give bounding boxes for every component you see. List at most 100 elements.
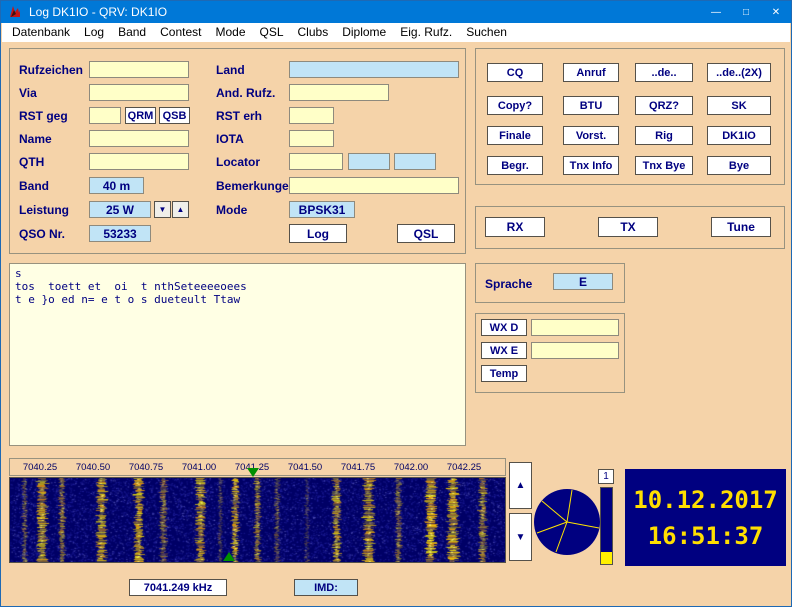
clock-panel: 10.12.2017 16:51:37 bbox=[625, 469, 786, 566]
menu-item-qsl[interactable]: QSL bbox=[253, 23, 291, 42]
rx-text-area[interactable]: s tos toett et oi t nthSeteeeeoees t e }… bbox=[9, 263, 466, 446]
name-label: Name bbox=[19, 132, 52, 146]
menu-item-contest[interactable]: Contest bbox=[153, 23, 208, 42]
menu-item-log[interactable]: Log bbox=[77, 23, 111, 42]
name-input[interactable] bbox=[89, 130, 189, 147]
leistung-down-button[interactable]: ▼ bbox=[154, 201, 171, 218]
freq-label: 7041.50 bbox=[281, 462, 329, 473]
squelch-meter[interactable] bbox=[600, 487, 613, 565]
maximize-button[interactable]: □ bbox=[731, 1, 761, 23]
window-title: Log DK1IO - QRV: DK1IO bbox=[29, 5, 167, 19]
mode-value[interactable]: BPSK31 bbox=[289, 201, 355, 218]
tx-tune-marker[interactable] bbox=[223, 552, 235, 561]
wx-e-button[interactable]: WX E bbox=[481, 342, 527, 359]
iota-label: IOTA bbox=[216, 132, 244, 146]
qsl-button[interactable]: QSL bbox=[397, 224, 455, 243]
locator-field-3[interactable] bbox=[394, 153, 436, 170]
rst-geg-input[interactable] bbox=[89, 107, 121, 124]
leistung-up-button[interactable]: ▲ bbox=[172, 201, 189, 218]
macro-button-cq[interactable]: CQ bbox=[487, 63, 543, 82]
rx-tune-marker[interactable] bbox=[247, 468, 259, 477]
menubar: Datenbank Log Band Contest Mode QSL Club… bbox=[2, 23, 790, 42]
land-label: Land bbox=[216, 63, 245, 77]
squelch-value: 1 bbox=[598, 469, 614, 484]
wx-d-input[interactable] bbox=[531, 319, 619, 336]
macro-button-bye[interactable]: Bye bbox=[707, 156, 771, 175]
macro-button-de[interactable]: ..de.. bbox=[635, 63, 693, 82]
freq-label: 7040.25 bbox=[16, 462, 64, 473]
rx-text-line: tos toett et oi t nthSeteeeeoees bbox=[15, 280, 460, 293]
freq-label: 7042.25 bbox=[440, 462, 488, 473]
wx-e-input[interactable] bbox=[531, 342, 619, 359]
minimize-button[interactable]: — bbox=[701, 1, 731, 23]
locator-input[interactable] bbox=[289, 153, 343, 170]
leistung-label: Leistung bbox=[19, 203, 69, 217]
via-label: Via bbox=[19, 86, 37, 100]
qth-input[interactable] bbox=[89, 153, 189, 170]
leistung-value[interactable]: 25 W bbox=[89, 201, 151, 218]
macro-button-dk1io[interactable]: DK1IO bbox=[707, 126, 771, 145]
band-label: Band bbox=[19, 179, 49, 193]
clock-time: 16:51:37 bbox=[648, 524, 764, 548]
macro-button-de-2x[interactable]: ..de..(2X) bbox=[707, 63, 771, 82]
tune-button[interactable]: Tune bbox=[711, 217, 771, 237]
macro-button-btu[interactable]: BTU bbox=[563, 96, 619, 115]
menu-item-suchen[interactable]: Suchen bbox=[459, 23, 514, 42]
squelch-meter-fill bbox=[601, 552, 612, 564]
bemerkungen-input[interactable] bbox=[289, 177, 459, 194]
rufzeichen-label: Rufzeichen bbox=[19, 63, 83, 77]
and-rufz-input[interactable] bbox=[289, 84, 389, 101]
macro-button-begr[interactable]: Begr. bbox=[487, 156, 543, 175]
macro-button-anruf[interactable]: Anruf bbox=[563, 63, 619, 82]
qso-nr-label: QSO Nr. bbox=[19, 227, 65, 241]
clock-date: 10.12.2017 bbox=[633, 488, 778, 512]
sprache-value[interactable]: E bbox=[553, 273, 613, 290]
freq-label: 7040.75 bbox=[122, 462, 170, 473]
waterfall-canvas[interactable] bbox=[9, 477, 506, 563]
scroll-down-button[interactable]: ▼ bbox=[509, 513, 532, 561]
titlebar[interactable]: Log DK1IO - QRV: DK1IO — □ ✕ bbox=[1, 1, 791, 23]
macro-button-copy[interactable]: Copy? bbox=[487, 96, 543, 115]
scroll-up-button[interactable]: ▲ bbox=[509, 462, 532, 509]
and-rufz-label: And. Rufz. bbox=[216, 86, 275, 100]
rst-erh-input[interactable] bbox=[289, 107, 334, 124]
temp-button[interactable]: Temp bbox=[481, 365, 527, 382]
macro-button-rig[interactable]: Rig bbox=[635, 126, 693, 145]
rx-button[interactable]: RX bbox=[485, 217, 545, 237]
qrm-button[interactable]: QRM bbox=[125, 107, 156, 124]
rufzeichen-input[interactable] bbox=[89, 61, 189, 78]
menu-item-diplome[interactable]: Diplome bbox=[335, 23, 393, 42]
locator-field-2[interactable] bbox=[348, 153, 390, 170]
macro-button-finale[interactable]: Finale bbox=[487, 126, 543, 145]
macro-button-tnx-bye[interactable]: Tnx Bye bbox=[635, 156, 693, 175]
rx-text-line: t e }o ed n= e t o s dueteult Ttaw bbox=[15, 293, 460, 306]
qsb-button[interactable]: QSB bbox=[159, 107, 190, 124]
menu-item-eig-rufz[interactable]: Eig. Rufz. bbox=[393, 23, 459, 42]
macro-button-vorst[interactable]: Vorst. bbox=[563, 126, 619, 145]
macro-button-tnx-info[interactable]: Tnx Info bbox=[563, 156, 619, 175]
land-input[interactable] bbox=[289, 61, 459, 78]
macro-button-sk[interactable]: SK bbox=[707, 96, 771, 115]
freq-label: 7040.50 bbox=[69, 462, 117, 473]
close-button[interactable]: ✕ bbox=[761, 1, 791, 23]
freq-label: 7041.00 bbox=[175, 462, 223, 473]
iota-input[interactable] bbox=[289, 130, 334, 147]
frequency-readout: 7041.249 kHz bbox=[129, 579, 227, 596]
menu-item-datenbank[interactable]: Datenbank bbox=[5, 23, 77, 42]
wx-d-button[interactable]: WX D bbox=[481, 319, 527, 336]
menu-item-band[interactable]: Band bbox=[111, 23, 153, 42]
tx-button[interactable]: TX bbox=[598, 217, 658, 237]
qso-nr-value: 53233 bbox=[89, 225, 151, 242]
log-button[interactable]: Log bbox=[289, 224, 347, 243]
menu-item-mode[interactable]: Mode bbox=[208, 23, 252, 42]
rst-erh-label: RST erh bbox=[216, 109, 262, 123]
macro-button-qrz[interactable]: QRZ? bbox=[635, 96, 693, 115]
rst-geg-label: RST geg bbox=[19, 109, 68, 123]
menu-item-clubs[interactable]: Clubs bbox=[291, 23, 336, 42]
app-window: Log DK1IO - QRV: DK1IO — □ ✕ Datenbank L… bbox=[0, 0, 792, 607]
band-value[interactable]: 40 m bbox=[89, 177, 144, 194]
qth-label: QTH bbox=[19, 155, 44, 169]
app-icon bbox=[7, 4, 23, 20]
freq-label: 7041.75 bbox=[334, 462, 382, 473]
via-input[interactable] bbox=[89, 84, 189, 101]
